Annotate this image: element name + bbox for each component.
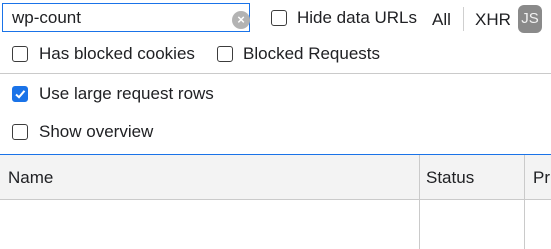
column-header-protocol[interactable]: Pr (533, 168, 550, 188)
has-blocked-cookies-checkbox[interactable] (12, 46, 28, 62)
column-separator[interactable] (419, 155, 420, 249)
blocked-requests-checkbox[interactable] (217, 46, 233, 62)
large-rows-label[interactable]: Use large request rows (39, 84, 214, 104)
hide-data-urls-checkbox[interactable] (271, 10, 287, 26)
column-header-status[interactable]: Status (426, 168, 474, 188)
show-overview-label[interactable]: Show overview (39, 122, 153, 142)
filter-js-button[interactable]: JS (518, 5, 542, 33)
large-rows-checkbox[interactable] (12, 86, 28, 102)
hide-data-urls-label[interactable]: Hide data URLs (297, 8, 417, 28)
column-header-name[interactable]: Name (8, 168, 53, 188)
blocked-requests-label[interactable]: Blocked Requests (243, 44, 380, 64)
checkmark-icon (15, 90, 26, 99)
column-separator[interactable] (524, 155, 525, 249)
filter-divider (463, 7, 464, 31)
table-header: Name Status Pr (0, 154, 551, 200)
has-blocked-cookies-label[interactable]: Has blocked cookies (39, 44, 195, 64)
filter-input-value: wp-count (12, 8, 81, 27)
filter-all-button[interactable]: All (432, 10, 451, 30)
filter-xhr-button[interactable]: XHR (475, 10, 511, 30)
show-overview-checkbox[interactable] (12, 124, 28, 140)
toolbar-divider (0, 73, 551, 74)
clear-filter-icon[interactable]: × (232, 11, 250, 29)
header-bottom-border (0, 199, 551, 200)
filter-input[interactable]: wp-count × (2, 3, 250, 32)
